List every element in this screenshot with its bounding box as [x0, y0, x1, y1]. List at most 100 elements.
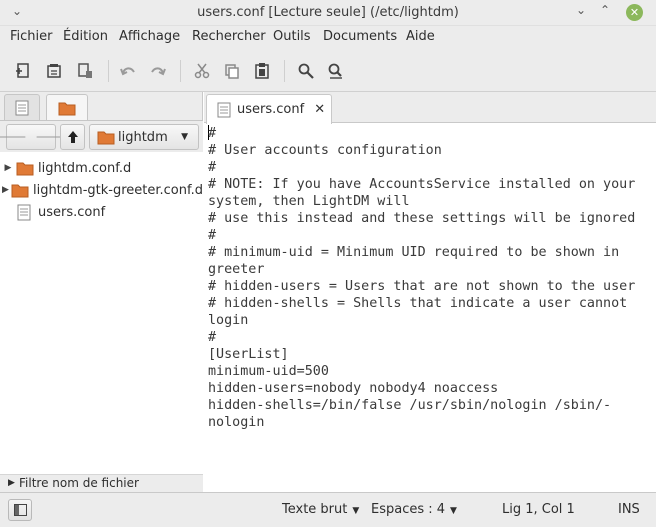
list-item-lightdm-conf-d[interactable]: ▶ lightdm.conf.d	[0, 157, 203, 179]
close-window-icon[interactable]: ✕	[626, 4, 643, 21]
menu-documents[interactable]: Documents	[323, 29, 397, 44]
back-forward-group: 🡐 🡒	[0, 124, 70, 150]
menu-aide[interactable]: Aide	[406, 29, 435, 44]
copy-button[interactable]	[220, 59, 244, 83]
menu-bar: Fichier Édition Affichage Rechercher Out…	[0, 26, 656, 50]
new-document-button[interactable]	[11, 59, 35, 83]
editor-area: users.conf ✕ # # User accounts configura…	[204, 92, 656, 492]
redo-icon	[151, 67, 166, 76]
code-line: # User accounts configuration	[208, 143, 442, 158]
text-editor[interactable]: # # User accounts configuration # # NOTE…	[204, 124, 656, 492]
close-tab-icon[interactable]: ✕	[314, 102, 325, 117]
toggle-side-panel-button[interactable]	[8, 499, 32, 521]
title-bar: ⌄ users.conf [Lecture seule] (/etc/light…	[0, 0, 656, 26]
code-line: login	[208, 313, 249, 328]
status-bar: Texte brut ▼ Espaces : 4 ▼ Lig 1, Col 1 IN…	[0, 492, 656, 527]
code-line: hidden-shells=/bin/false /usr/sbin/nolog…	[208, 398, 612, 413]
indent-selector[interactable]: Espaces : 4 ▼	[371, 502, 457, 517]
code-line: # minimum-uid = Minimum UID required to …	[208, 245, 620, 260]
paste-button[interactable]	[250, 59, 274, 83]
open-document-button[interactable]	[42, 59, 66, 83]
file-name: lightdm.conf.d	[38, 160, 132, 176]
save-document-button[interactable]	[73, 59, 97, 83]
tab-file-browser[interactable]	[46, 94, 88, 121]
chevron-down-icon: ▼	[450, 506, 457, 516]
undo-button[interactable]	[116, 59, 140, 83]
code-line: # use this instead and these settings wi…	[208, 211, 636, 226]
folder-icon	[16, 162, 34, 175]
code-line: greeter	[208, 262, 265, 277]
code-line: #	[208, 228, 217, 243]
up-button[interactable]	[60, 124, 85, 150]
undo-icon	[120, 67, 135, 76]
tab-users-conf[interactable]: users.conf ✕	[206, 94, 332, 124]
minimize-icon[interactable]: ⌄	[573, 3, 589, 19]
tab-label: users.conf	[237, 102, 305, 117]
location-dropdown[interactable]: lightdm ▼	[89, 124, 199, 150]
code-line: # hidden-shells = Shells that indicate a…	[208, 296, 628, 311]
code-line: hidden-users=nobody nobody4 noaccess	[208, 381, 499, 396]
expander-icon[interactable]: ▶	[0, 185, 11, 195]
up-arrow-icon	[67, 131, 78, 143]
open-document-icon	[47, 64, 61, 78]
filename-filter-expander[interactable]: ▶ Filtre nom de fichier	[0, 474, 203, 492]
find-icon	[298, 63, 314, 79]
code-line: system, then LightDM will	[208, 194, 410, 209]
menu-rechercher[interactable]: Rechercher	[192, 29, 266, 44]
find-button[interactable]	[294, 59, 318, 83]
document-icon	[15, 100, 29, 115]
cut-button[interactable]	[190, 59, 214, 83]
code-line: #	[208, 160, 217, 175]
filter-label: Filtre nom de fichier	[19, 476, 139, 490]
find-replace-icon	[328, 63, 342, 79]
tab-documents[interactable]	[4, 94, 40, 120]
folder-icon	[11, 184, 29, 197]
menu-fichier[interactable]: Fichier	[10, 29, 53, 44]
code-line: # hidden-users = Users that are not show…	[208, 279, 636, 294]
language-label: Texte brut	[282, 502, 348, 517]
code-line: [UserList]	[208, 347, 289, 362]
location-label: lightdm	[118, 129, 168, 145]
find-replace-button[interactable]	[324, 59, 348, 83]
side-panel-icon	[13, 504, 27, 516]
chevron-down-icon: ▼	[181, 132, 188, 142]
file-browser-nav: 🡐 🡒 lightdm ▼	[0, 120, 203, 152]
expander-icon[interactable]: ▶	[0, 163, 16, 173]
redo-button[interactable]	[146, 59, 170, 83]
side-panel: 🡐 🡒 lightdm ▼ ▶ lightdm.conf.d ▶ lightdm…	[0, 92, 203, 492]
cut-icon	[194, 63, 210, 79]
toolbar	[0, 50, 656, 92]
file-list: ▶ lightdm.conf.d ▶ lightdm-gtk-greeter.c…	[0, 152, 203, 474]
code-line: nologin	[208, 415, 265, 430]
cursor-position: Lig 1, Col 1	[502, 502, 575, 517]
menu-outils[interactable]: Outils	[273, 29, 311, 44]
back-arrow-icon[interactable]: 🡐	[0, 129, 27, 145]
text-file-icon	[217, 102, 231, 117]
code-line: minimum-uid=500	[208, 364, 329, 379]
insert-mode: INS	[618, 502, 640, 517]
toolbar-separator	[108, 60, 109, 82]
menu-edition[interactable]: Édition	[63, 29, 108, 44]
language-selector[interactable]: Texte brut ▼	[282, 502, 359, 517]
list-item-users-conf[interactable]: users.conf	[0, 201, 203, 223]
maximize-icon[interactable]: ⌃	[597, 3, 613, 19]
text-file-icon	[17, 204, 31, 220]
toolbar-separator	[180, 60, 181, 82]
document-tabs: users.conf ✕	[204, 92, 656, 124]
menu-affichage[interactable]: Affichage	[119, 29, 180, 44]
toolbar-separator	[284, 60, 285, 82]
indent-label: Espaces : 4	[371, 502, 446, 517]
expander-icon: ▶	[8, 478, 15, 488]
file-name: lightdm-gtk-greeter.conf.d	[32, 182, 203, 198]
folder-icon	[58, 102, 76, 116]
code-line: #	[208, 330, 217, 345]
file-name: users.conf	[38, 204, 106, 220]
chevron-down-icon: ▼	[352, 506, 360, 516]
window-title: users.conf [Lecture seule] (/etc/lightdm…	[197, 5, 459, 20]
list-item-lightdm-gtk-greeter-conf-d[interactable]: ▶ lightdm-gtk-greeter.conf.d	[0, 179, 203, 201]
folder-icon	[97, 131, 115, 144]
code-line: #	[208, 126, 217, 141]
new-document-icon	[16, 63, 29, 78]
code-line: # NOTE: If you have AccountsService inst…	[208, 177, 636, 192]
copy-icon	[225, 64, 239, 79]
